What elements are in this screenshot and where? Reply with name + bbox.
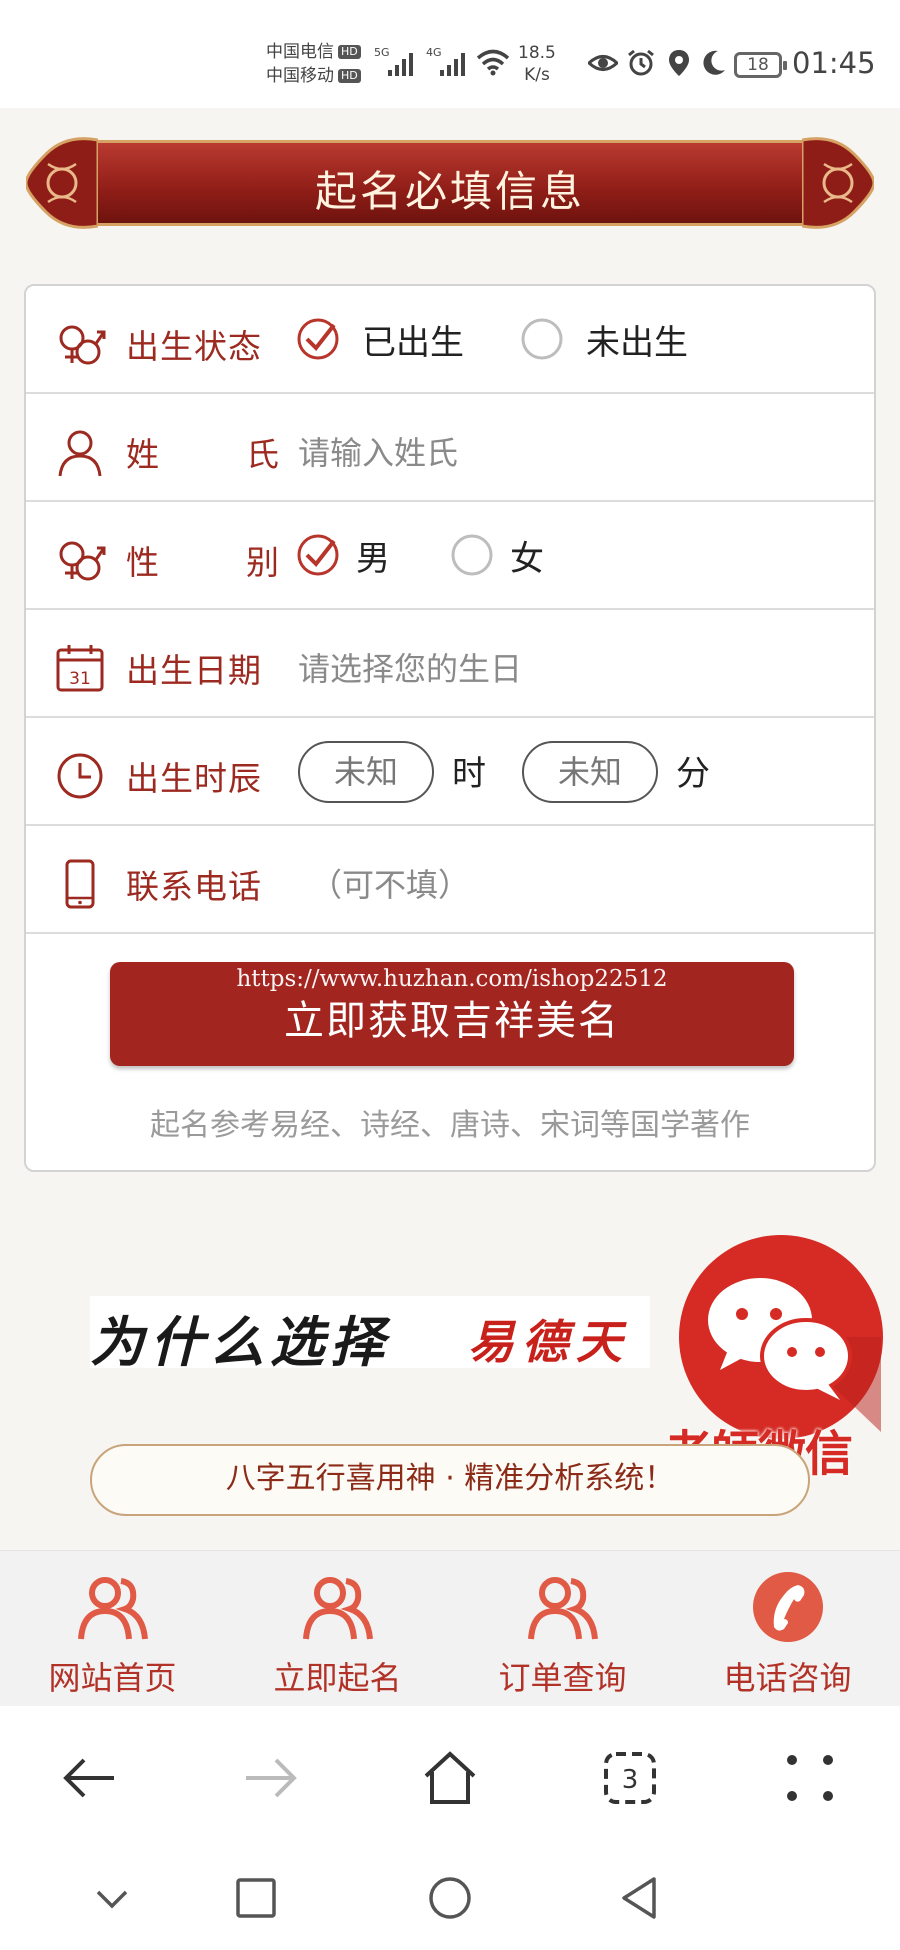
bazi-analysis-banner[interactable]: 八字五行喜用神 · 精准分析系统！	[90, 1444, 810, 1516]
row-phone: 联系电话 （可不填）	[26, 826, 874, 934]
tabs-icon: 3	[604, 1752, 656, 1804]
gender-label-char: 性	[126, 543, 160, 582]
carrier-2: 中国移动	[266, 66, 334, 86]
radio-checked-icon	[297, 534, 339, 576]
gender-label-char: 别	[246, 543, 280, 582]
phone-label: 联系电话	[126, 867, 262, 906]
home-circle-icon[interactable]	[426, 1874, 474, 1922]
nav-phone-consult-label: 电话咨询	[723, 1659, 852, 1697]
forward-arrow-icon[interactable]	[240, 1748, 300, 1808]
network-speed: 18.5 K/s	[518, 42, 556, 86]
nav-home[interactable]: 网站首页	[0, 1569, 225, 1699]
reference-note: 起名参考易经、诗经、唐诗、宋词等国学著作	[150, 1108, 750, 1143]
system-nav-bar	[0, 1846, 900, 1950]
phone-input[interactable]: （可不填）	[310, 860, 470, 906]
row-gender: 性 别 男 女	[26, 502, 874, 610]
status-clock: 01:45	[792, 46, 876, 80]
nav-order-query-label: 订单查询	[498, 1659, 627, 1697]
brand-name-text: 易德天	[468, 1315, 630, 1369]
carrier-info: 中国电信 HD 中国移动 HD	[266, 40, 361, 88]
carrier-1: 中国电信	[266, 42, 334, 62]
option-born-label: 已出生	[362, 322, 464, 363]
surname-label: 姓 氏	[126, 428, 280, 476]
recents-square-icon[interactable]	[232, 1874, 280, 1922]
users-icon	[302, 1577, 373, 1640]
birth-status-label: 出生状态	[126, 327, 262, 366]
back-triangle-icon[interactable]	[616, 1874, 664, 1922]
radio-unchecked-icon	[451, 534, 493, 576]
site-bottom-nav: 网站首页 立即起名 订单查询 电话咨询	[0, 1550, 900, 1706]
moon-icon	[703, 50, 725, 75]
more-menu-icon[interactable]	[780, 1748, 840, 1808]
nav-phone-consult[interactable]: 电话咨询	[675, 1569, 900, 1699]
gender-symbol-icon	[59, 541, 106, 581]
radio-male[interactable]: 男	[296, 530, 390, 580]
hd-badge: HD	[338, 45, 361, 59]
header-banner: 起名必填信息	[26, 134, 874, 232]
tab-count: 3	[622, 1765, 639, 1795]
radio-checked-icon	[297, 318, 339, 360]
tabs-button[interactable]: 3	[600, 1748, 660, 1808]
gender-symbol-icon	[59, 325, 106, 365]
signal-bars-icon	[440, 53, 465, 76]
radio-unchecked-icon	[521, 318, 563, 360]
why-choose-banner: 为什么选择 易德天	[90, 1296, 650, 1374]
birth-date-picker[interactable]: 请选择您的生日	[298, 644, 522, 690]
option-male-label: 男	[356, 538, 390, 579]
nav-home-label: 网站首页	[48, 1659, 177, 1697]
collapse-chevron-icon[interactable]	[88, 1874, 136, 1922]
page-title: 起名必填信息	[314, 167, 585, 216]
users-icon	[77, 1577, 148, 1640]
naming-form: 出生状态 已出生 未出生 姓 氏 请输入姓氏 性 别 男 女 31 出生日期 请…	[24, 284, 876, 1172]
speed-value: 18.5	[518, 43, 556, 63]
birth-time-label: 出生时辰	[126, 759, 262, 798]
status-bar: 中国电信 HD 中国移动 HD 5G 4G 18.5 K/s 18 01:45	[0, 0, 900, 108]
wifi-icon	[476, 49, 510, 76]
location-icon	[669, 50, 689, 76]
person-icon	[58, 430, 102, 477]
hour-select[interactable]: 未知	[298, 741, 434, 803]
wechat-icon[interactable]	[676, 1232, 886, 1442]
minute-unit: 分	[676, 754, 710, 794]
option-female-label: 女	[510, 538, 544, 579]
hour-unit: 时	[452, 754, 486, 794]
calendar-day: 31	[69, 669, 91, 689]
nav-start-naming[interactable]: 立即起名	[225, 1569, 450, 1699]
row-birth-time: 出生时辰 未知 时 未知 分	[26, 718, 874, 826]
submit-button-label: 立即获取吉祥美名	[284, 998, 620, 1044]
browser-toolbar: 3	[0, 1706, 900, 1846]
hd-badge: HD	[338, 69, 361, 83]
eye-icon	[588, 55, 618, 71]
minute-select[interactable]: 未知	[522, 741, 658, 803]
signal-bars-icon	[388, 53, 413, 76]
surname-label-char: 氏	[246, 435, 280, 474]
radio-born[interactable]: 已出生	[296, 314, 464, 364]
surname-label-char: 姓	[126, 435, 160, 474]
row-surname: 姓 氏 请输入姓氏	[26, 394, 874, 502]
option-unborn-label: 未出生	[586, 322, 688, 363]
surname-input[interactable]: 请输入姓氏	[298, 428, 458, 474]
row-birth-status: 出生状态 已出生 未出生	[26, 286, 874, 394]
radio-female[interactable]: 女	[450, 530, 544, 580]
radio-unborn[interactable]: 未出生	[520, 314, 688, 364]
nav-start-naming-label: 立即起名	[273, 1659, 402, 1697]
calendar-icon: 31	[56, 645, 104, 692]
home-icon[interactable]	[420, 1748, 480, 1808]
gender-label: 性 别	[126, 536, 280, 584]
row-birth-date: 31 出生日期 请选择您的生日	[26, 610, 874, 718]
clock-icon	[57, 753, 103, 799]
birth-date-label: 出生日期	[126, 651, 262, 690]
alarm-icon	[628, 49, 654, 76]
battery-indicator: 18	[734, 52, 787, 78]
mobile-phone-icon	[65, 859, 95, 909]
users-icon	[527, 1577, 598, 1640]
speed-unit: K/s	[524, 65, 550, 85]
why-choose-text: 为什么选择	[90, 1310, 390, 1374]
back-arrow-icon[interactable]	[60, 1748, 120, 1808]
nav-order-query[interactable]: 订单查询	[450, 1569, 675, 1699]
phone-icon	[752, 1572, 823, 1642]
submit-button[interactable]: https://www.huzhan.com/ishop22512 立即获取吉祥…	[110, 962, 794, 1066]
